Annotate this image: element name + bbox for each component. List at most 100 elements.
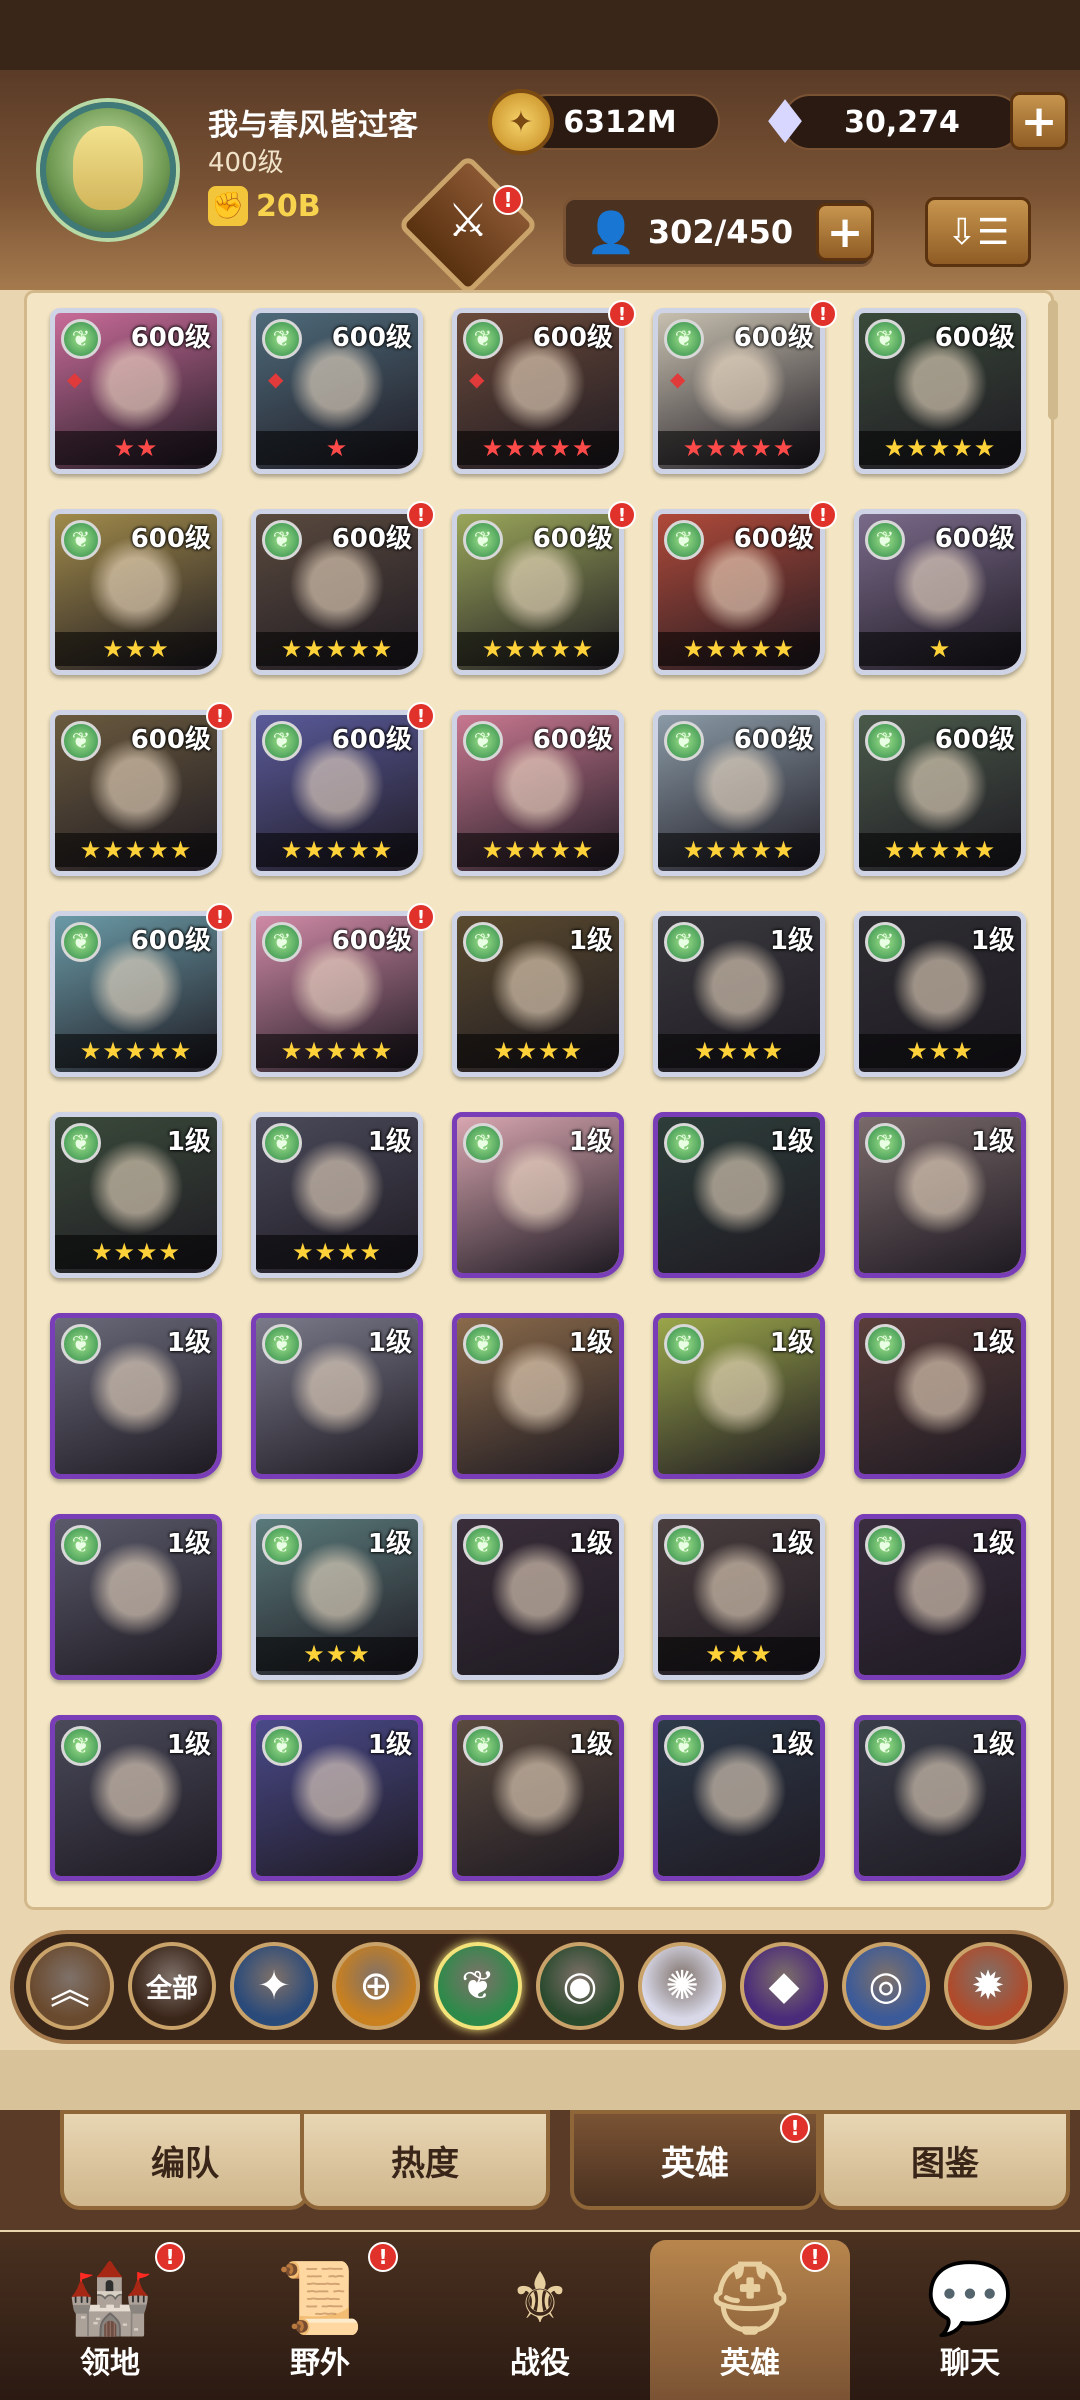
- hero-card[interactable]: ❦ 1级: [854, 1313, 1026, 1479]
- tab-label: 热度: [391, 2143, 459, 2184]
- hero-level: 1级: [970, 926, 1015, 956]
- hypogean-filter[interactable]: ◆: [740, 1942, 828, 2030]
- wilder-faction-icon: ❦: [262, 1123, 302, 1163]
- tab-label: 英雄: [661, 2143, 729, 2184]
- wilder-faction-icon: ❦: [664, 319, 704, 359]
- hero-stars: ★★: [55, 431, 217, 465]
- lightbearer-filter[interactable]: ✦: [230, 1942, 318, 2030]
- wilder-filter[interactable]: ❦: [434, 1942, 522, 2030]
- hero-card[interactable]: ❦ 1级: [452, 1313, 624, 1479]
- nav-chat[interactable]: 💬 聊天: [870, 2240, 1070, 2400]
- all-filter[interactable]: 全部: [128, 1942, 216, 2030]
- hero-card[interactable]: ❦ 1级: [251, 1313, 423, 1479]
- wilder-faction-icon: ❦: [865, 922, 905, 962]
- hero-card[interactable]: ❦ 1级: [50, 1514, 222, 1680]
- filter-label: 全部: [145, 1973, 198, 2004]
- expand-capacity-button[interactable]: +: [816, 203, 874, 261]
- hero-stars: ★: [859, 632, 1021, 666]
- wilder-faction-icon: ❦: [463, 1726, 503, 1766]
- flame-filter[interactable]: ✹: [944, 1942, 1032, 2030]
- wilder-faction-icon: ❦: [865, 1726, 905, 1766]
- wilder-faction-icon: ❦: [61, 1123, 101, 1163]
- hero-level: 600级: [130, 926, 211, 956]
- hero-card[interactable]: ❦ 600级 ★★★★★: [854, 308, 1026, 474]
- hero-card[interactable]: ❦ 1级: [854, 1715, 1026, 1881]
- wilder-faction-icon: ❦: [463, 1525, 503, 1565]
- hero-card[interactable]: ❦ 600级 ★★★★★: [50, 911, 222, 1077]
- hero-stars: ★★★★★: [55, 833, 217, 867]
- hero-alert-badge: !: [407, 903, 435, 931]
- gold-coin-icon: ✦: [488, 89, 554, 155]
- hero-card[interactable]: ❦ 600级 ★★★★★: [251, 509, 423, 675]
- player-avatar[interactable]: [40, 102, 176, 238]
- tab-popularity[interactable]: 热度: [300, 2110, 550, 2210]
- hero-card[interactable]: ❦ 1级: [452, 1112, 624, 1278]
- chat-bubble-icon: 💬: [926, 2257, 1014, 2339]
- sort-button[interactable]: ⇩☰: [925, 197, 1031, 267]
- hero-stars: ★★★★★: [457, 431, 619, 465]
- celestial-filter[interactable]: ✺: [638, 1942, 726, 2030]
- avatar-portrait: [73, 125, 143, 210]
- rank-gem-icon: ◆: [67, 367, 83, 391]
- hero-card[interactable]: ❦ 1级: [251, 1715, 423, 1881]
- hero-card[interactable]: ❦ 1级 ★★★★: [251, 1112, 423, 1278]
- hero-card[interactable]: ❦ 600级 ★★★★★: [452, 509, 624, 675]
- hero-card[interactable]: ❦ ◆ 600级 ★★★★★: [452, 308, 624, 474]
- hero-level: 1级: [568, 926, 613, 956]
- castle-icon: 🏰: [66, 2257, 154, 2339]
- hero-count-value: 302/450: [647, 213, 794, 251]
- add-gems-button[interactable]: +: [1010, 92, 1068, 150]
- hero-card[interactable]: ❦ 600级 ★★★★★: [50, 710, 222, 876]
- hero-card[interactable]: ❦ 600级 ★★★★★: [653, 710, 825, 876]
- tab-codex[interactable]: 图鉴: [820, 2110, 1070, 2210]
- hero-card[interactable]: ❦ 1级 ★★★: [653, 1514, 825, 1680]
- nav-campaign[interactable]: ⚜ 战役: [440, 2240, 640, 2400]
- hero-card[interactable]: ❦ 1级: [854, 1514, 1026, 1680]
- hero-card[interactable]: ❦ 1级 ★★★★: [452, 911, 624, 1077]
- graveborn-filter[interactable]: ◉: [536, 1942, 624, 2030]
- hero-card[interactable]: ❦ 1级: [452, 1514, 624, 1680]
- sort-icon: ⇩☰: [946, 211, 1010, 253]
- wilder-faction-icon: ❦: [664, 1123, 704, 1163]
- hero-card[interactable]: ❦ ◆ 600级 ★★★★★: [653, 308, 825, 474]
- graveborn-icon: ◉: [562, 1963, 598, 2009]
- tab-formation[interactable]: 编队: [60, 2110, 310, 2210]
- hero-card[interactable]: ❦ 600级 ★★★★★: [854, 710, 1026, 876]
- hero-card[interactable]: ❦ 1级: [452, 1715, 624, 1881]
- hero-card[interactable]: ❦ 600级 ★★★★★: [653, 509, 825, 675]
- dimensional-filter[interactable]: ◎: [842, 1942, 930, 2030]
- hero-card[interactable]: ❦ 1级 ★★★★: [50, 1112, 222, 1278]
- hero-card[interactable]: ❦ 1级: [854, 1112, 1026, 1278]
- hero-alert-badge: !: [809, 300, 837, 328]
- hero-card[interactable]: ❦ 1级 ★★★: [854, 911, 1026, 1077]
- hero-card[interactable]: ❦ 600级 ★★★: [50, 509, 222, 675]
- hero-card[interactable]: ❦ 1级 ★★★★: [653, 911, 825, 1077]
- hero-card[interactable]: ❦ 600级 ★★★★★: [251, 911, 423, 1077]
- collapse-filter[interactable]: ︽: [26, 1942, 114, 2030]
- hero-card[interactable]: ❦ 1级: [50, 1715, 222, 1881]
- hero-alert-badge: !: [206, 702, 234, 730]
- hero-card[interactable]: ❦ 600级 ★★★★★: [251, 710, 423, 876]
- wilder-faction-icon: ❦: [262, 721, 302, 761]
- hero-card[interactable]: ❦ 1级: [653, 1112, 825, 1278]
- wilder-faction-icon: ❦: [664, 721, 704, 761]
- hero-card[interactable]: ❦ 1级 ★★★: [251, 1514, 423, 1680]
- hero-level: 1级: [568, 1529, 613, 1559]
- mauler-filter[interactable]: ⊕: [332, 1942, 420, 2030]
- wilder-faction-icon: ❦: [664, 520, 704, 560]
- hero-card[interactable]: ❦ 600级 ★: [854, 509, 1026, 675]
- hero-card[interactable]: ❦ 1级: [50, 1313, 222, 1479]
- hero-card[interactable]: ❦ 1级: [653, 1715, 825, 1881]
- hero-level: 1级: [769, 1328, 814, 1358]
- hero-card[interactable]: ❦ 1级: [653, 1313, 825, 1479]
- hero-level: 1级: [166, 1730, 211, 1760]
- hero-card[interactable]: ❦ ◆ 600级 ★: [251, 308, 423, 474]
- hero-card[interactable]: ❦ ◆ 600级 ★★: [50, 308, 222, 474]
- hero-card[interactable]: ❦ 600级 ★★★★★: [452, 710, 624, 876]
- hero-level: 1级: [769, 1730, 814, 1760]
- hero-level: 1级: [367, 1730, 412, 1760]
- hero-alert-badge: !: [407, 501, 435, 529]
- rank-gem-icon: ◆: [670, 367, 686, 391]
- hero-stars: ★★★★★: [859, 833, 1021, 867]
- scrollbar[interactable]: [1048, 300, 1058, 420]
